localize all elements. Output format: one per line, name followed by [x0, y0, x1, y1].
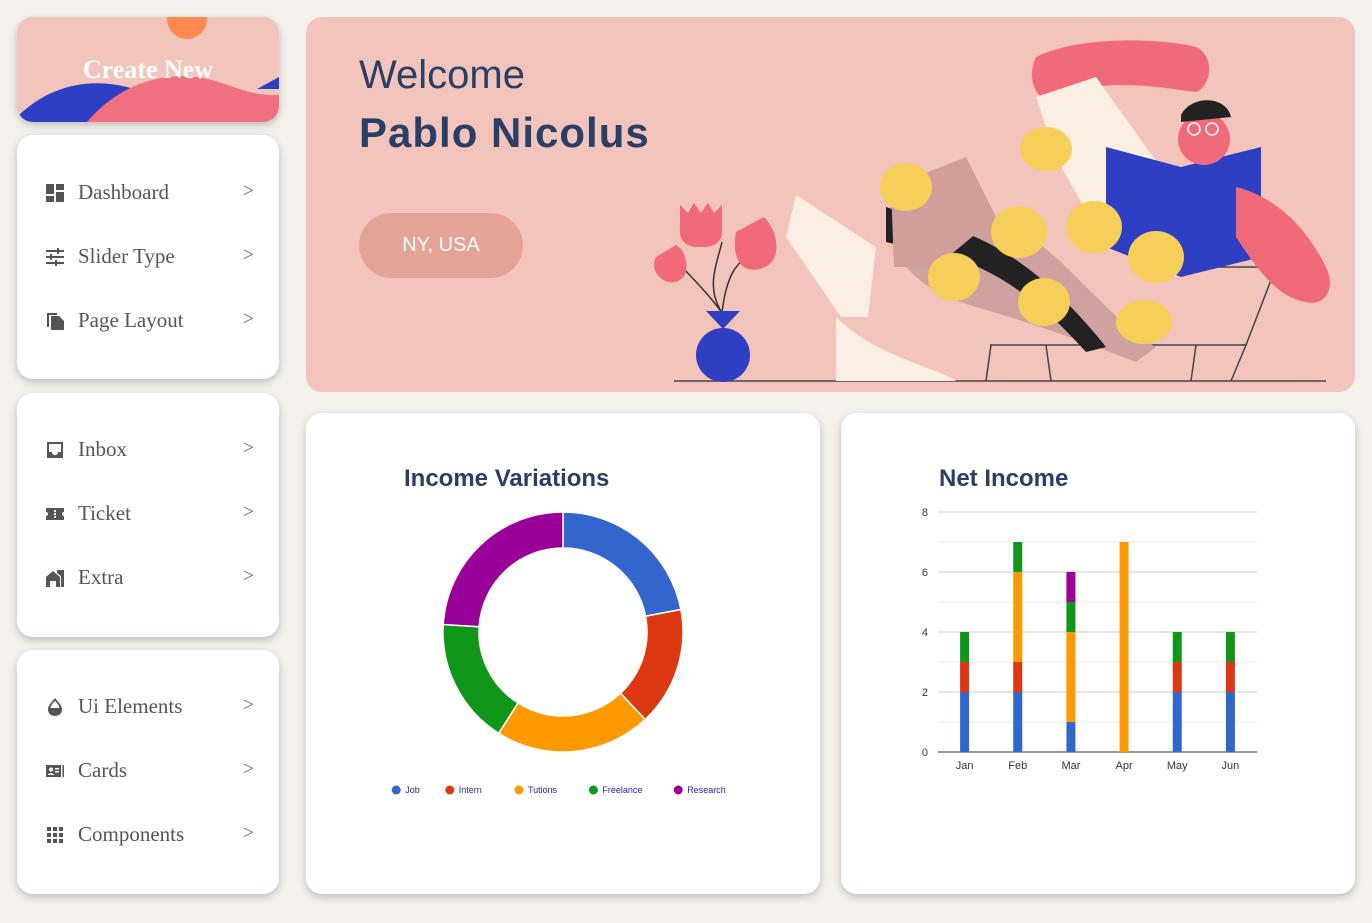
y-tick-label: 8	[922, 507, 928, 519]
sidebar-menu-messages: Inbox > Ticket > Extra >	[17, 393, 279, 637]
reading-person-illustration	[654, 40, 1330, 382]
bar-segment	[1066, 602, 1076, 632]
y-tick-label: 4	[922, 627, 928, 639]
page-layout-icon	[47, 313, 64, 330]
bar-segment	[1013, 542, 1023, 572]
welcome-banner: Welcome Pablo Nicolus NY, USA	[306, 17, 1355, 392]
donut-slice	[442, 623, 520, 735]
user-name: Pablo Nicolus	[359, 109, 650, 156]
sidebar-item-label: Dashboard	[78, 180, 169, 204]
sidebar-item-label: Components	[78, 822, 185, 846]
net-income-card: Net Income 0 2 4 6 8 Jan Feb Mar Apr May Jun	[841, 413, 1355, 894]
create-new-label: Create New	[82, 55, 214, 84]
create-new-button[interactable]: Create New	[17, 17, 279, 122]
sidebar-item-label: Ui Elements	[78, 694, 183, 718]
x-tick-label: Apr	[1116, 760, 1133, 772]
bar-segment	[960, 662, 970, 692]
chevron-right-icon: >	[242, 694, 254, 716]
legend-marker	[514, 785, 524, 795]
sidebar-item-cards[interactable]: Cards >	[17, 751, 279, 791]
legend-label: Job	[405, 785, 420, 795]
income-variations-card: Income Variations Job Intern Tutions Freela…	[306, 413, 820, 894]
bar-segment	[1172, 692, 1182, 752]
sidebar-item-label: Slider Type	[78, 244, 175, 268]
sidebar-item-slider-type[interactable]: Slider Type >	[17, 237, 279, 277]
y-tick-label: 6	[922, 567, 928, 579]
chevron-right-icon: >	[242, 758, 254, 780]
chevron-right-icon: >	[242, 180, 254, 202]
sidebar-menu-main: Dashboard > Slider Type > Page Layout >	[17, 135, 279, 379]
chevron-right-icon: >	[242, 822, 254, 844]
chevron-right-icon: >	[242, 308, 254, 330]
bar-segment	[1013, 572, 1023, 662]
welcome-heading: Welcome	[359, 53, 525, 97]
bar-segment	[1225, 692, 1235, 752]
bar-segment	[1066, 572, 1076, 602]
chevron-right-icon: >	[242, 437, 254, 459]
contact-card-icon	[46, 765, 64, 777]
sidebar-item-components[interactable]: Components >	[17, 815, 279, 855]
location-button[interactable]: NY, USA	[359, 213, 523, 278]
sidebar-item-label: Inbox	[78, 437, 127, 461]
sidebar-menu-ui: Ui Elements > Cards > Components >	[17, 650, 279, 894]
legend-marker	[445, 785, 455, 795]
bar-segment	[1172, 632, 1182, 662]
bar-segment	[1013, 662, 1023, 692]
x-tick-label: Jan	[956, 760, 974, 772]
bar-segment	[1119, 542, 1129, 752]
sidebar-item-label: Page Layout	[78, 308, 184, 332]
donut-slice	[562, 511, 682, 618]
chevron-right-icon: >	[242, 244, 254, 266]
legend-label: Freelance	[602, 785, 642, 795]
legend-marker	[588, 785, 598, 795]
bar-segment	[1013, 692, 1023, 752]
legend-label: Intern	[459, 785, 482, 795]
legend-label: Research	[687, 785, 726, 795]
chevron-right-icon: >	[242, 501, 254, 523]
sidebar-item-dashboard[interactable]: Dashboard >	[17, 173, 279, 213]
dashboard-icon	[46, 184, 64, 202]
y-tick-label: 2	[922, 687, 928, 699]
legend-marker	[673, 785, 683, 795]
grid-icon	[47, 827, 63, 843]
x-tick-label: Feb	[1008, 760, 1027, 772]
bar-segment	[1225, 662, 1235, 692]
inbox-icon	[47, 442, 63, 458]
net-income-bar-chart: 0 2 4 6 8 Jan Feb Mar Apr May Jun	[922, 507, 1257, 772]
bar-segment	[1172, 662, 1182, 692]
bar-segment	[1225, 632, 1235, 662]
income-donut-chart: Job Intern Tutions Freelance Research	[391, 511, 726, 795]
sidebar-item-label: Cards	[78, 758, 127, 782]
drop-icon	[48, 698, 62, 716]
sidebar-item-inbox[interactable]: Inbox >	[17, 430, 279, 470]
donut-slice	[497, 692, 647, 753]
bar-segment	[960, 632, 970, 662]
chevron-right-icon: >	[242, 565, 254, 587]
ticket-icon	[46, 508, 64, 520]
sidebar-item-ui-elements[interactable]: Ui Elements >	[17, 687, 279, 727]
x-tick-label: Jun	[1222, 760, 1240, 772]
x-tick-label: May	[1167, 760, 1188, 772]
x-tick-label: Mar	[1061, 760, 1080, 772]
y-tick-label: 0	[922, 747, 928, 759]
legend-marker	[391, 785, 401, 795]
bar-segment	[1066, 632, 1076, 722]
sliders-icon	[46, 248, 64, 266]
legend-label: Tutions	[528, 785, 558, 795]
sidebar-item-label: Extra	[78, 565, 124, 589]
sidebar-item-label: Ticket	[78, 501, 131, 525]
sidebar-item-page-layout[interactable]: Page Layout >	[17, 301, 279, 341]
bar-segment	[1066, 722, 1076, 752]
house-icon	[46, 570, 64, 587]
donut-slice	[442, 511, 564, 628]
sidebar-item-extra[interactable]: Extra >	[17, 558, 279, 598]
bar-segment	[960, 692, 970, 752]
sidebar-item-ticket[interactable]: Ticket >	[17, 494, 279, 534]
